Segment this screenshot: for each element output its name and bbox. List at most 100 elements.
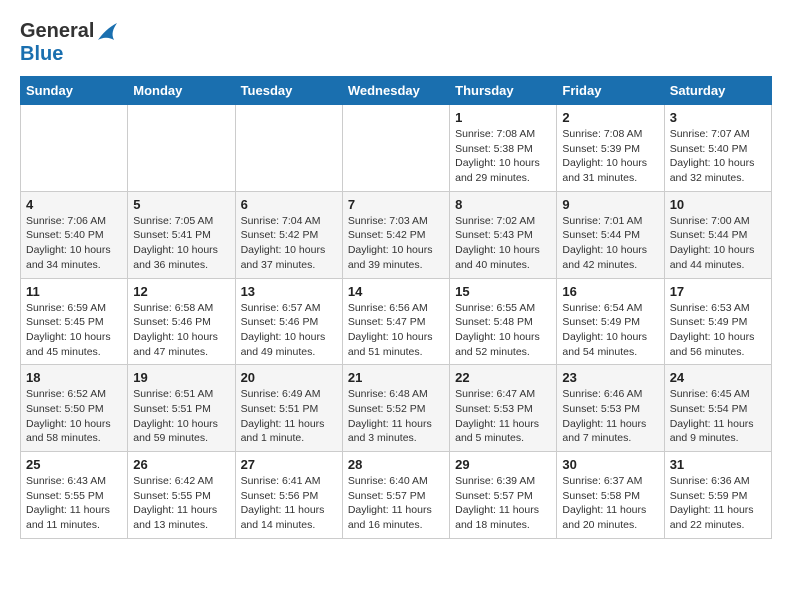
logo-general-text: General	[20, 20, 94, 43]
day-info: Sunrise: 7:02 AM Sunset: 5:43 PM Dayligh…	[455, 214, 551, 273]
day-number: 7	[348, 197, 444, 212]
day-number: 23	[562, 370, 658, 385]
day-info: Sunrise: 6:39 AM Sunset: 5:57 PM Dayligh…	[455, 474, 551, 533]
calendar-week-row: 1 Sunrise: 7:08 AM Sunset: 5:38 PM Daylig…	[21, 105, 772, 192]
header-thursday: Thursday	[450, 77, 557, 105]
calendar-cell: 15Sunrise: 6:55 AM Sunset: 5:48 PM Dayli…	[450, 278, 557, 365]
day-info: Sunrise: 7:08 AM Sunset: 5:39 PM Dayligh…	[562, 127, 658, 186]
calendar-cell: 4Sunrise: 7:06 AM Sunset: 5:40 PM Daylig…	[21, 191, 128, 278]
calendar-cell: 6Sunrise: 7:04 AM Sunset: 5:42 PM Daylig…	[235, 191, 342, 278]
calendar-cell	[342, 105, 449, 192]
calendar-cell: 26Sunrise: 6:42 AM Sunset: 5:55 PM Dayli…	[128, 452, 235, 539]
calendar-cell: 21 Sunrise: 6:48 AM Sunset: 5:52 PM Dayli…	[342, 365, 449, 452]
calendar-cell: 28 Sunrise: 6:40 AM Sunset: 5:57 PM Dayli…	[342, 452, 449, 539]
day-number: 3	[670, 110, 766, 125]
calendar-cell: 7 Sunrise: 7:03 AM Sunset: 5:42 PM Daylig…	[342, 191, 449, 278]
day-number: 30	[562, 457, 658, 472]
calendar-table: SundayMondayTuesdayWednesdayThursdayFrid…	[20, 76, 772, 539]
day-info: Sunrise: 7:00 AM Sunset: 5:44 PM Dayligh…	[670, 214, 766, 273]
day-number: 9	[562, 197, 658, 212]
calendar-cell: 2 Sunrise: 7:08 AM Sunset: 5:39 PM Daylig…	[557, 105, 664, 192]
header-sunday: Sunday	[21, 77, 128, 105]
day-info: Sunrise: 6:56 AM Sunset: 5:47 PM Dayligh…	[348, 301, 444, 360]
day-info: Sunrise: 6:52 AM Sunset: 5:50 PM Dayligh…	[26, 387, 122, 446]
calendar-cell: 1 Sunrise: 7:08 AM Sunset: 5:38 PM Daylig…	[450, 105, 557, 192]
calendar-cell: 16 Sunrise: 6:54 AM Sunset: 5:49 PM Dayli…	[557, 278, 664, 365]
calendar-cell: 14 Sunrise: 6:56 AM Sunset: 5:47 PM Dayli…	[342, 278, 449, 365]
day-info: Sunrise: 6:53 AM Sunset: 5:49 PM Dayligh…	[670, 301, 766, 360]
calendar-cell: 30 Sunrise: 6:37 AM Sunset: 5:58 PM Dayli…	[557, 452, 664, 539]
calendar-cell: 10 Sunrise: 7:00 AM Sunset: 5:44 PM Dayli…	[664, 191, 771, 278]
calendar-cell	[21, 105, 128, 192]
calendar-cell: 20Sunrise: 6:49 AM Sunset: 5:51 PM Dayli…	[235, 365, 342, 452]
calendar-cell: 22Sunrise: 6:47 AM Sunset: 5:53 PM Dayli…	[450, 365, 557, 452]
day-info: Sunrise: 6:54 AM Sunset: 5:49 PM Dayligh…	[562, 301, 658, 360]
day-number: 13	[241, 284, 337, 299]
day-number: 8	[455, 197, 551, 212]
calendar-cell: 25 Sunrise: 6:43 AM Sunset: 5:55 PM Dayli…	[21, 452, 128, 539]
day-info: Sunrise: 7:04 AM Sunset: 5:42 PM Dayligh…	[241, 214, 337, 273]
day-info: Sunrise: 7:08 AM Sunset: 5:38 PM Dayligh…	[455, 127, 551, 186]
day-info: Sunrise: 6:48 AM Sunset: 5:52 PM Dayligh…	[348, 387, 444, 446]
day-number: 11	[26, 284, 122, 299]
day-info: Sunrise: 6:51 AM Sunset: 5:51 PM Dayligh…	[133, 387, 229, 446]
day-info: Sunrise: 6:45 AM Sunset: 5:54 PM Dayligh…	[670, 387, 766, 446]
calendar-cell	[235, 105, 342, 192]
header-monday: Monday	[128, 77, 235, 105]
day-number: 31	[670, 457, 766, 472]
day-info: Sunrise: 7:01 AM Sunset: 5:44 PM Dayligh…	[562, 214, 658, 273]
day-number: 12	[133, 284, 229, 299]
calendar-cell: 13 Sunrise: 6:57 AM Sunset: 5:46 PM Dayli…	[235, 278, 342, 365]
day-number: 25	[26, 457, 122, 472]
day-number: 1	[455, 110, 551, 125]
calendar-cell: 29Sunrise: 6:39 AM Sunset: 5:57 PM Dayli…	[450, 452, 557, 539]
day-info: Sunrise: 6:46 AM Sunset: 5:53 PM Dayligh…	[562, 387, 658, 446]
calendar-cell: 9 Sunrise: 7:01 AM Sunset: 5:44 PM Daylig…	[557, 191, 664, 278]
day-info: Sunrise: 7:05 AM Sunset: 5:41 PM Dayligh…	[133, 214, 229, 273]
calendar-week-row: 18 Sunrise: 6:52 AM Sunset: 5:50 PM Dayli…	[21, 365, 772, 452]
day-number: 4	[26, 197, 122, 212]
day-info: Sunrise: 6:55 AM Sunset: 5:48 PM Dayligh…	[455, 301, 551, 360]
day-info: Sunrise: 6:42 AM Sunset: 5:55 PM Dayligh…	[133, 474, 229, 533]
day-number: 2	[562, 110, 658, 125]
day-number: 19	[133, 370, 229, 385]
calendar-cell: 31 Sunrise: 6:36 AM Sunset: 5:59 PM Dayli…	[664, 452, 771, 539]
calendar-cell: 3 Sunrise: 7:07 AM Sunset: 5:40 PM Daylig…	[664, 105, 771, 192]
day-number: 14	[348, 284, 444, 299]
day-number: 16	[562, 284, 658, 299]
logo-bird-icon	[96, 22, 118, 42]
day-info: Sunrise: 6:43 AM Sunset: 5:55 PM Dayligh…	[26, 474, 122, 533]
day-number: 27	[241, 457, 337, 472]
header: General Blue	[20, 20, 772, 66]
calendar-header-row: SundayMondayTuesdayWednesdayThursdayFrid…	[21, 77, 772, 105]
day-info: Sunrise: 7:03 AM Sunset: 5:42 PM Dayligh…	[348, 214, 444, 273]
day-info: Sunrise: 6:36 AM Sunset: 5:59 PM Dayligh…	[670, 474, 766, 533]
header-tuesday: Tuesday	[235, 77, 342, 105]
calendar-cell: 12 Sunrise: 6:58 AM Sunset: 5:46 PM Dayli…	[128, 278, 235, 365]
day-number: 24	[670, 370, 766, 385]
logo: General Blue	[20, 20, 118, 66]
calendar-cell: 19 Sunrise: 6:51 AM Sunset: 5:51 PM Dayli…	[128, 365, 235, 452]
day-info: Sunrise: 6:57 AM Sunset: 5:46 PM Dayligh…	[241, 301, 337, 360]
calendar-cell: 5 Sunrise: 7:05 AM Sunset: 5:41 PM Daylig…	[128, 191, 235, 278]
calendar-cell: 23 Sunrise: 6:46 AM Sunset: 5:53 PM Dayli…	[557, 365, 664, 452]
calendar-cell: 17Sunrise: 6:53 AM Sunset: 5:49 PM Dayli…	[664, 278, 771, 365]
day-info: Sunrise: 6:58 AM Sunset: 5:46 PM Dayligh…	[133, 301, 229, 360]
day-info: Sunrise: 6:59 AM Sunset: 5:45 PM Dayligh…	[26, 301, 122, 360]
day-info: Sunrise: 6:47 AM Sunset: 5:53 PM Dayligh…	[455, 387, 551, 446]
day-number: 18	[26, 370, 122, 385]
day-info: Sunrise: 6:40 AM Sunset: 5:57 PM Dayligh…	[348, 474, 444, 533]
day-number: 5	[133, 197, 229, 212]
day-number: 10	[670, 197, 766, 212]
day-info: Sunrise: 6:49 AM Sunset: 5:51 PM Dayligh…	[241, 387, 337, 446]
day-number: 28	[348, 457, 444, 472]
day-info: Sunrise: 7:07 AM Sunset: 5:40 PM Dayligh…	[670, 127, 766, 186]
calendar-week-row: 11 Sunrise: 6:59 AM Sunset: 5:45 PM Dayli…	[21, 278, 772, 365]
calendar-cell: 11 Sunrise: 6:59 AM Sunset: 5:45 PM Dayli…	[21, 278, 128, 365]
calendar-week-row: 4Sunrise: 7:06 AM Sunset: 5:40 PM Daylig…	[21, 191, 772, 278]
header-friday: Friday	[557, 77, 664, 105]
calendar-cell: 18 Sunrise: 6:52 AM Sunset: 5:50 PM Dayli…	[21, 365, 128, 452]
header-wednesday: Wednesday	[342, 77, 449, 105]
day-number: 21	[348, 370, 444, 385]
day-info: Sunrise: 6:37 AM Sunset: 5:58 PM Dayligh…	[562, 474, 658, 533]
